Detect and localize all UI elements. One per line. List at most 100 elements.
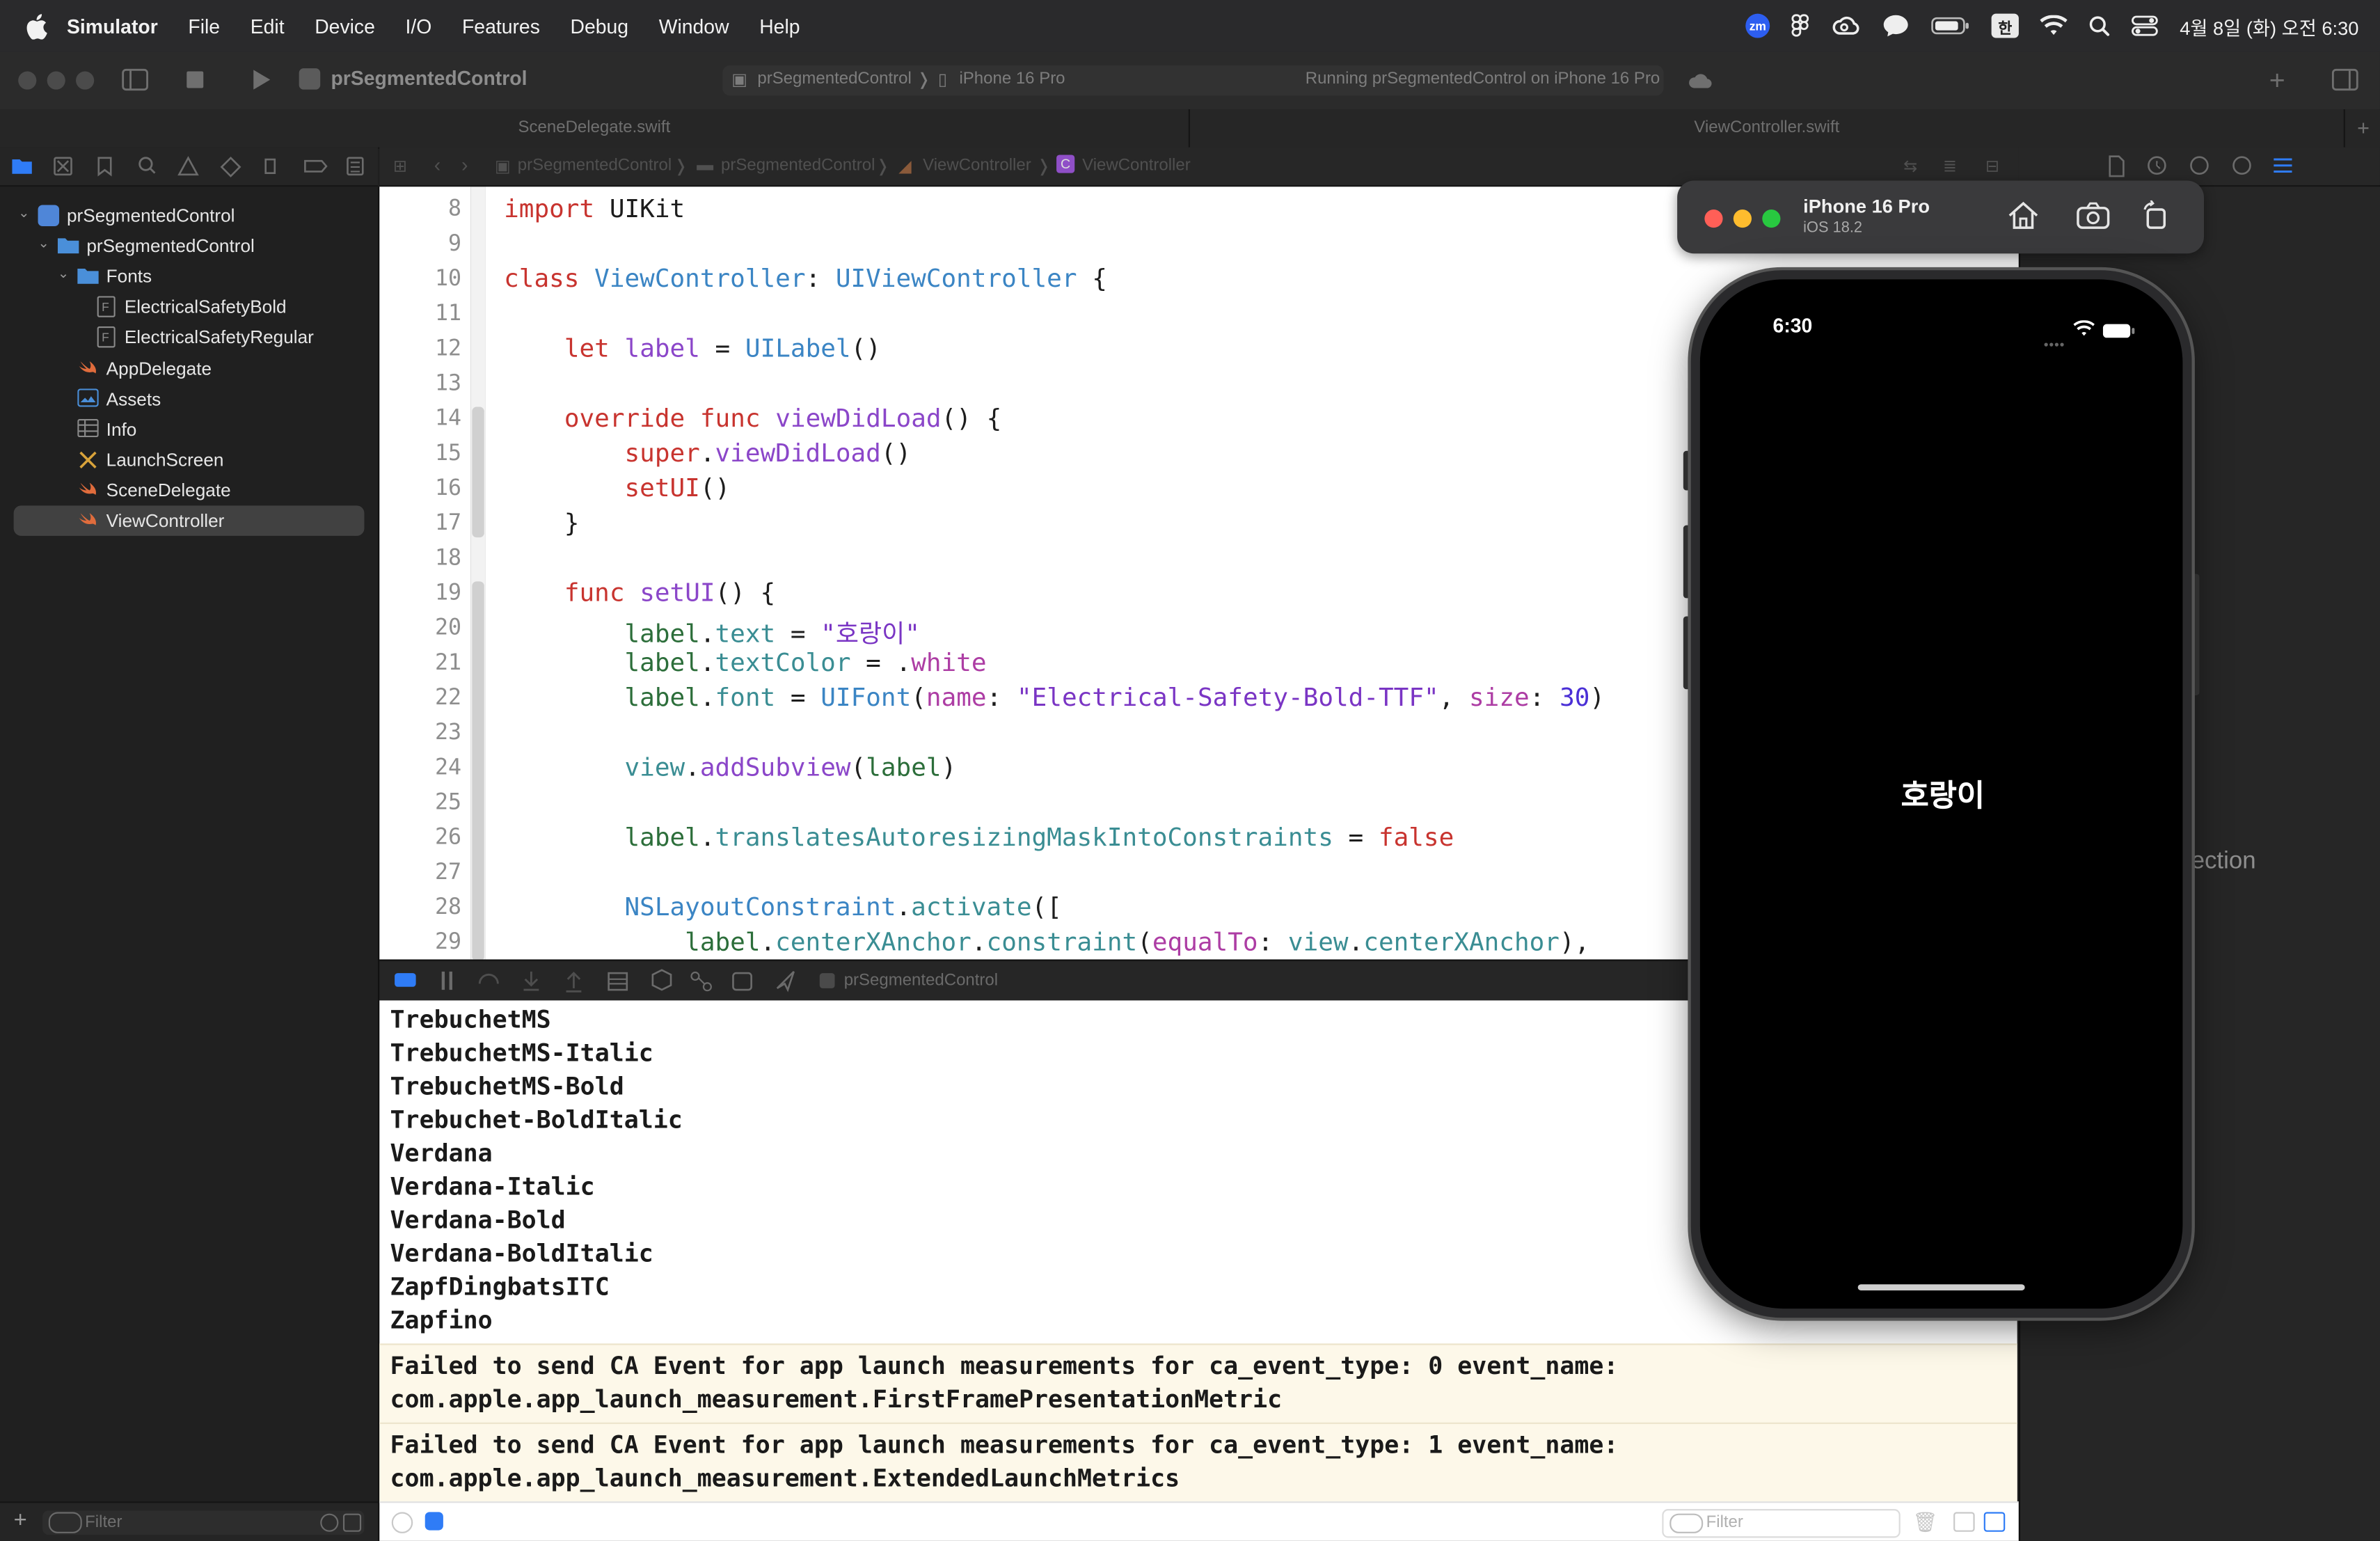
variables-view-toggle-icon[interactable]	[1953, 1512, 1975, 1532]
bookmark-navigator-icon[interactable]	[97, 157, 112, 177]
code-line[interactable]: import UIKit	[504, 194, 685, 223]
code-line[interactable]: label.centerXAnchor.constraint(equalTo: …	[504, 928, 1589, 956]
destination-selector[interactable]: iPhone 16 Pro	[959, 70, 1065, 88]
eye-icon[interactable]	[391, 1512, 413, 1533]
report-navigator-icon[interactable]	[347, 157, 364, 176]
tree-item-viewcontroller-selected[interactable]: ViewController	[0, 505, 378, 536]
filter-options-icon[interactable]	[48, 1512, 82, 1533]
code-line[interactable]: NSLayoutConstraint.activate([	[504, 892, 1061, 921]
step-into-icon[interactable]	[523, 971, 539, 991]
menu-clock[interactable]: 4월 8일 (화) 오전 6:30	[2180, 11, 2358, 40]
messages-status-icon[interactable]	[1882, 14, 1910, 38]
tree-item-font-file[interactable]: F ElectricalSafetyBold	[0, 292, 378, 322]
code-line[interactable]: label.font = UIFont(name: "Electrical-Sa…	[504, 683, 1605, 712]
menu-help[interactable]: Help	[759, 15, 800, 38]
apple-menu-icon[interactable]	[22, 0, 52, 52]
add-icon[interactable]: +	[14, 1508, 27, 1533]
recent-files-icon[interactable]	[320, 1513, 339, 1532]
code-line[interactable]: let label = UILabel()	[504, 334, 881, 363]
console-view-toggle-icon[interactable]	[1983, 1512, 2006, 1532]
simulator-zoom-button[interactable]	[1762, 209, 1781, 228]
simulator-close-button[interactable]	[1704, 209, 1723, 228]
file-inspector-icon[interactable]	[2109, 155, 2125, 177]
tab-scenedelegate[interactable]: SceneDelegate.swift	[0, 109, 1190, 148]
chevron-down-icon[interactable]: ⌄	[58, 266, 73, 283]
code-line[interactable]: super.viewDidLoad()	[504, 438, 911, 467]
code-line[interactable]: setUI()	[504, 474, 730, 503]
nav-back-icon[interactable]: ‹	[434, 153, 441, 176]
volume-up-button[interactable]	[1683, 525, 1691, 599]
modified-files-icon[interactable]	[342, 1513, 362, 1532]
menu-debug[interactable]: Debug	[571, 15, 629, 38]
nav-forward-icon[interactable]: ›	[461, 153, 468, 176]
tree-item-storyboard[interactable]: LaunchScreen	[0, 445, 378, 475]
window-zoom-button[interactable]	[76, 71, 95, 90]
figma-status-icon[interactable]	[1791, 14, 1809, 38]
hide-debug-area-icon[interactable]	[395, 973, 416, 987]
spotlight-search-icon[interactable]	[2088, 15, 2110, 37]
menu-features[interactable]: Features	[462, 15, 540, 38]
menu-window[interactable]: Window	[659, 15, 729, 38]
simulate-location-icon[interactable]	[732, 972, 752, 991]
inspector-toggle-icon[interactable]	[2331, 68, 2358, 99]
window-minimize-button[interactable]	[47, 71, 65, 90]
trash-icon[interactable]: 🗑	[1912, 1510, 1937, 1535]
debug-target-label[interactable]: prSegmentedControl	[844, 972, 998, 990]
test-navigator-icon[interactable]	[220, 156, 241, 177]
code-fold-ribbon[interactable]	[472, 406, 484, 538]
memory-graph-icon[interactable]	[651, 969, 672, 991]
editor-options-icon[interactable]: ≣	[1943, 157, 1957, 176]
control-center-icon[interactable]	[2131, 15, 2158, 37]
code-line[interactable]: }	[504, 509, 580, 537]
code-line[interactable]: label.translatesAutoresizingMaskIntoCons…	[504, 823, 1454, 851]
location-arrow-icon[interactable]	[776, 970, 795, 993]
filter-options-icon[interactable]	[1669, 1513, 1704, 1533]
breakpoint-navigator-icon[interactable]	[304, 159, 328, 173]
attributes-inspector-icon[interactable]	[2274, 158, 2292, 173]
code-line[interactable]: func setUI() {	[504, 578, 775, 607]
tree-item-fonts-folder[interactable]: ⌄ Fonts	[0, 261, 378, 292]
menu-io[interactable]: I/O	[406, 15, 432, 38]
menu-app-name[interactable]: Simulator	[67, 15, 158, 38]
step-over-icon[interactable]	[478, 973, 499, 984]
tree-item-swift-file[interactable]: AppDelegate	[0, 354, 378, 384]
tree-item-assets[interactable]: Assets	[0, 384, 378, 415]
jumpbar-item-project[interactable]: prSegmentedControl	[518, 157, 672, 175]
menu-device[interactable]: Device	[315, 15, 375, 38]
side-button[interactable]	[2191, 574, 2200, 695]
home-icon[interactable]	[2006, 200, 2040, 239]
find-navigator-icon[interactable]	[138, 157, 156, 174]
project-navigator-icon[interactable]	[12, 159, 32, 174]
tree-item-project[interactable]: ⌄ prSegmentedControl	[0, 200, 378, 231]
menu-file[interactable]: File	[188, 15, 220, 38]
rotate-icon[interactable]	[2140, 200, 2171, 239]
tree-item-font-file[interactable]: F ElectricalSafetyRegular	[0, 322, 378, 352]
screenshot-icon[interactable]	[2075, 200, 2111, 239]
battery-status-icon[interactable]	[1930, 15, 1970, 37]
split-editor-icon[interactable]: ⊟	[1985, 157, 1999, 176]
debug-navigator-icon[interactable]	[264, 158, 276, 174]
activity-view[interactable]: ▣ prSegmentedControl ❭ ▯ iPhone 16 Pro R…	[722, 65, 1664, 96]
code-line[interactable]: view.addSubview(label)	[504, 753, 956, 782]
creative-cloud-status-icon[interactable]	[1831, 15, 1862, 37]
issue-navigator-icon[interactable]	[177, 156, 199, 176]
help-inspector-icon[interactable]	[2190, 156, 2209, 175]
menu-edit[interactable]: Edit	[251, 15, 285, 38]
breakpoints-toggle-icon[interactable]	[441, 971, 452, 990]
window-close-button[interactable]	[18, 71, 37, 90]
source-control-navigator-icon[interactable]	[54, 157, 72, 176]
run-icon[interactable]	[251, 68, 272, 99]
chevron-down-icon[interactable]: ⌄	[38, 235, 54, 252]
volume-down-button[interactable]	[1683, 616, 1691, 690]
view-hierarchy-icon[interactable]	[608, 972, 628, 991]
jumpbar-item-symbol[interactable]: ViewController	[1082, 157, 1191, 175]
jumpbar-item-group[interactable]: prSegmentedControl	[721, 157, 875, 175]
code-fold-ribbon[interactable]	[472, 581, 484, 961]
action-button[interactable]	[1683, 450, 1691, 491]
refresh-canvas-icon[interactable]: ⇆	[1903, 157, 1917, 176]
simulator-minimize-button[interactable]	[1733, 209, 1752, 228]
input-source-icon[interactable]: 한	[1991, 13, 2019, 38]
chevron-down-icon[interactable]: ⌄	[18, 205, 33, 221]
code-line[interactable]: label.textColor = .white	[504, 648, 986, 677]
scheme-selector[interactable]: prSegmentedControl	[757, 70, 911, 88]
